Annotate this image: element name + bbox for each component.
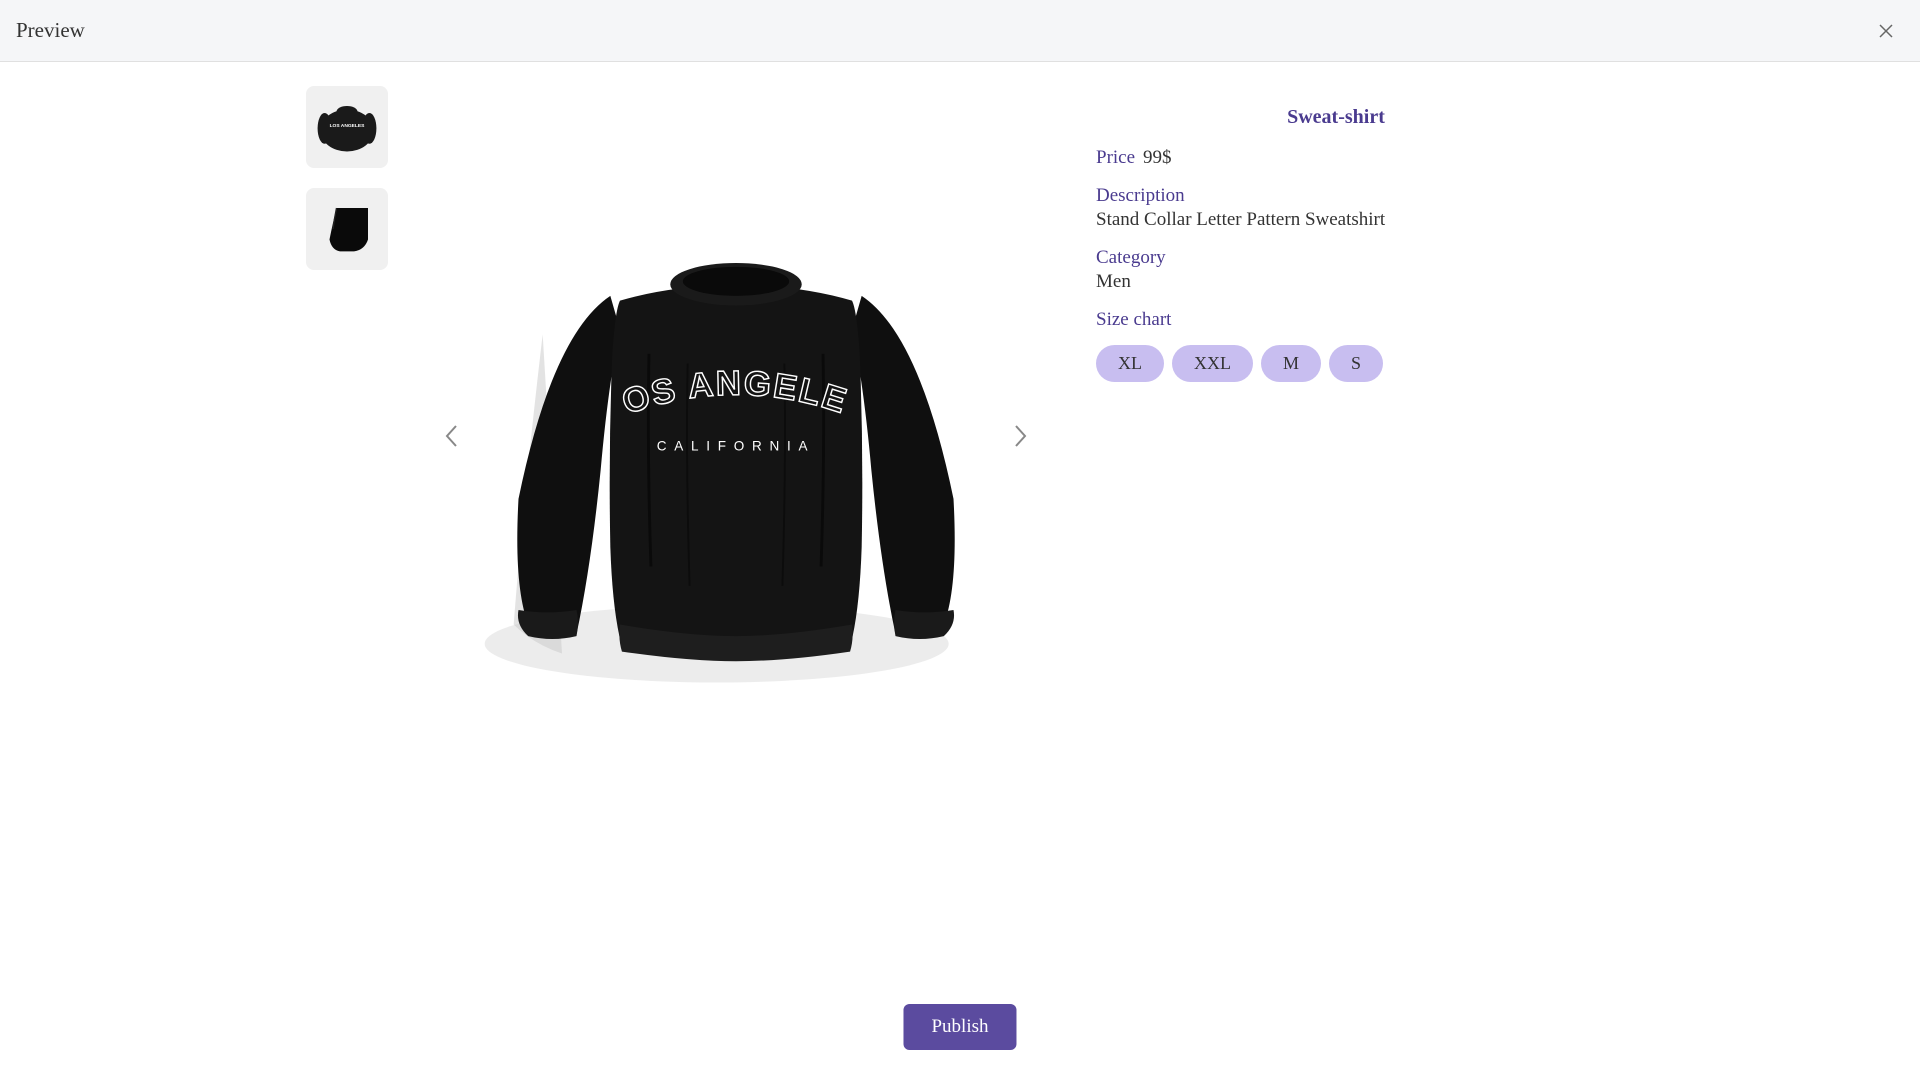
thumbnail-list: LOS ANGELES	[306, 86, 396, 1080]
size-option-s[interactable]: S	[1329, 345, 1383, 382]
category-row: Category Men	[1096, 247, 1496, 293]
description-row: Description Stand Collar Letter Pattern …	[1096, 185, 1496, 231]
next-image-button[interactable]	[1006, 416, 1036, 456]
svg-text:CALIFORNIA: CALIFORNIA	[657, 439, 815, 454]
price-row: Price 99$	[1096, 147, 1496, 169]
description-value: Stand Collar Letter Pattern Sweatshirt	[1096, 209, 1496, 231]
chevron-right-icon	[1014, 424, 1028, 448]
category-label: Category	[1096, 247, 1166, 268]
size-option-m[interactable]: M	[1261, 345, 1321, 382]
preview-header: Preview	[0, 0, 1920, 62]
thumbnail-1[interactable]: LOS ANGELES	[306, 86, 388, 168]
size-chart-label: Size chart	[1096, 309, 1496, 331]
header-title: Preview	[16, 18, 85, 43]
category-value: Men	[1096, 271, 1496, 293]
main-image-area: LOS ANGELES CALIFORNIA	[426, 86, 1046, 786]
description-label: Description	[1096, 185, 1185, 206]
size-option-xl[interactable]: XL	[1096, 345, 1164, 382]
size-options: XL XXL M S	[1096, 345, 1496, 382]
product-title: Sweat-shirt	[1136, 106, 1536, 129]
close-button[interactable]	[1876, 21, 1896, 41]
price-value: 99$	[1143, 147, 1172, 168]
product-image: LOS ANGELES CALIFORNIA	[436, 136, 1036, 736]
svg-text:LOS ANGELES: LOS ANGELES	[330, 123, 366, 129]
chevron-left-icon	[444, 424, 458, 448]
thumbnail-2[interactable]	[306, 188, 388, 270]
publish-button[interactable]: Publish	[903, 1004, 1016, 1050]
price-label: Price	[1096, 147, 1135, 168]
content-area: LOS ANGELES	[0, 62, 1920, 1080]
prev-image-button[interactable]	[436, 416, 466, 456]
close-icon	[1878, 23, 1894, 39]
product-info-panel: Sweat-shirt Price 99$ Description Stand …	[1096, 86, 1496, 1080]
size-option-xxl[interactable]: XXL	[1172, 345, 1253, 382]
